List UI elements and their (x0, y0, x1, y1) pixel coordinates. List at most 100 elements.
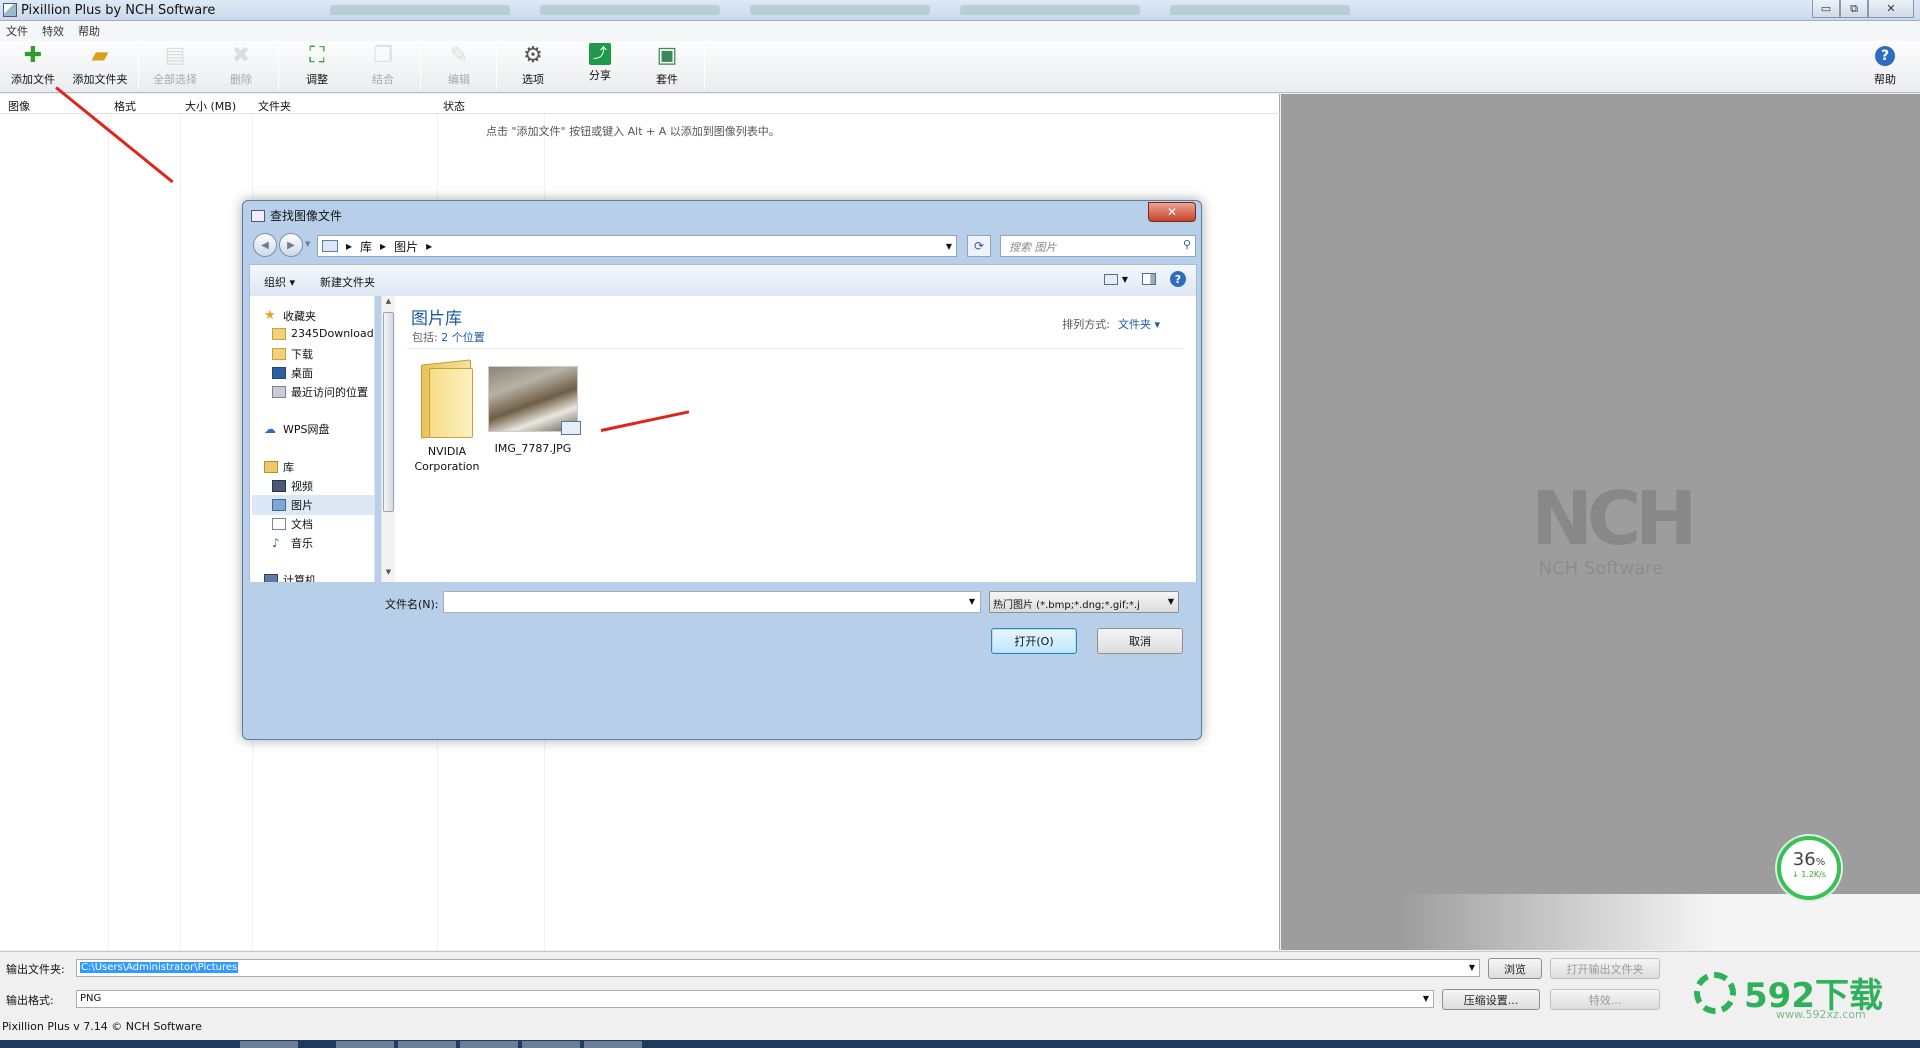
dialog-command-bar: 组织 ▾ 新建文件夹 ▼ ? (249, 264, 1197, 296)
add-file-icon: ✚ (23, 43, 43, 68)
menu-help[interactable]: 帮助 (78, 23, 100, 39)
output-format-select[interactable]: PNG ▼ (76, 990, 1434, 1008)
locations-link[interactable]: 2 个位置 (441, 331, 485, 344)
options-button[interactable]: ⚙ 选项 (506, 43, 560, 91)
scroll-thumb[interactable] (383, 312, 394, 512)
nav-documents[interactable]: 文档 (272, 516, 313, 532)
watermark-logo: 592下载 www.592xz.com (1690, 968, 1920, 1021)
chevron-down-icon[interactable]: ▼ (1122, 275, 1128, 284)
nav-recent-places[interactable]: 最近访问的位置 (272, 384, 368, 400)
pictures-icon (272, 499, 286, 511)
menu-effects[interactable]: 特效 (42, 23, 64, 39)
file-type-select[interactable]: 热门图片 (*.bmp;*.dng;*.gif;*.j ▼ (989, 591, 1179, 613)
open-button[interactable]: 打开(O) (991, 628, 1077, 654)
adjust-button[interactable]: ⛶ 调整 (290, 43, 344, 91)
filename-input[interactable]: ▼ (443, 591, 981, 613)
add-folder-button[interactable]: ▰ 添加文件夹 (66, 43, 134, 91)
output-folder-label: 输出文件夹: (6, 963, 65, 976)
recent-locations-chevron-icon[interactable]: ▼ (305, 240, 310, 248)
options-icon: ⚙ (523, 43, 543, 68)
status-bar: Pixillion Plus v 7.14 © NCH Software (2, 1020, 202, 1033)
file-item-img-7787[interactable]: IMG_7787.JPG (483, 366, 583, 455)
nav-libraries[interactable]: 库 (264, 459, 294, 475)
nav-music[interactable]: ♪ 音乐 (272, 535, 313, 551)
dialog-search-input[interactable]: 搜索 图片 ⚲ (1000, 235, 1196, 257)
nav-2345downloads[interactable]: 2345Downloads (272, 327, 374, 340)
edit-button[interactable]: ✎ 编辑 (432, 43, 486, 91)
desktop-icon (272, 367, 286, 379)
share-button[interactable]: ⤴ 分享 (572, 43, 628, 91)
column-status[interactable]: 状态 (443, 98, 465, 114)
column-folder[interactable]: 文件夹 (258, 98, 291, 114)
column-image[interactable]: 图像 (8, 98, 30, 114)
network-speed-widget[interactable]: 36% ↓ 1.2K/s (1777, 836, 1841, 900)
change-view-icon[interactable] (1103, 273, 1118, 285)
nav-downloads[interactable]: 下载 (272, 346, 313, 362)
chevron-down-icon[interactable]: ▼ (946, 242, 952, 251)
help-icon[interactable]: ? (1170, 271, 1186, 287)
nav-videos[interactable]: 视频 (272, 478, 313, 494)
compression-settings-button[interactable]: 压缩设置... (1442, 989, 1540, 1010)
nav-wps-cloud[interactable]: ☁ WPS网盘 (264, 421, 330, 437)
open-file-dialog: 查找图像文件 ✕ ◀ ▶ ▼ ▸ 库 ▸ 图片 ▸ ▼ ⟳ 搜索 图片 ⚲ 组织… (242, 200, 1202, 740)
browse-button[interactable]: 浏览 (1488, 958, 1542, 979)
suite-icon: ▣ (656, 43, 678, 68)
select-all-button[interactable]: ▤ 全部选择 (146, 43, 204, 91)
combine-button[interactable]: ❐ 结合 (356, 43, 410, 91)
dialog-title: 查找图像文件 (251, 207, 342, 224)
toolbar: ✚ 添加文件 ▰ 添加文件夹 ▤ 全部选择 ✖ 删除 ⛶ 调整 ❐ 结合 ✎ 编… (0, 41, 1920, 93)
breadcrumb-pictures[interactable]: 图片 (394, 238, 418, 255)
adjust-icon: ⛶ (309, 43, 325, 68)
scroll-down-icon[interactable]: ▼ (383, 568, 394, 581)
nav-pictures[interactable]: 图片 (252, 495, 374, 515)
chevron-down-icon[interactable]: ▼ (969, 597, 975, 606)
toolbar-separator (278, 47, 279, 89)
scroll-up-icon[interactable]: ▲ (383, 297, 394, 310)
arrange-by-select[interactable]: 文件夹 ▾ (1118, 318, 1160, 331)
cancel-button[interactable]: 取消 (1097, 628, 1183, 654)
new-folder-button[interactable]: 新建文件夹 (320, 274, 375, 290)
output-folder-combo[interactable]: C:\Users\Administrator\Pictures ▼ (76, 959, 1480, 977)
preview-pane-icon[interactable] (1142, 273, 1156, 285)
delete-icon: ✖ (231, 43, 251, 68)
refresh-button[interactable]: ⟳ (967, 235, 991, 257)
library-title: 图片库 (411, 309, 462, 329)
add-file-button[interactable]: ✚ 添加文件 (4, 43, 62, 91)
dialog-icon (251, 209, 265, 222)
nav-computer[interactable]: 计算机 (264, 572, 316, 582)
menu-file[interactable]: 文件 (6, 23, 28, 39)
suite-button[interactable]: ▣ 套件 (640, 43, 694, 91)
file-item-nvidia-folder[interactable]: NVIDIA Corporation (397, 358, 497, 474)
column-size[interactable]: 大小 (MB) (185, 98, 236, 114)
open-output-folder-button[interactable]: 打开输出文件夹 (1550, 958, 1660, 979)
recent-places-icon (272, 386, 286, 398)
delete-button[interactable]: ✖ 删除 (214, 43, 268, 91)
toolbar-separator (496, 47, 497, 89)
minimize-button[interactable]: ▭ (1812, 0, 1840, 18)
restore-button[interactable]: ⧉ (1840, 0, 1868, 18)
output-format-label: 输出格式: (6, 994, 54, 1007)
background-window-tabs (330, 5, 1350, 15)
nav-favorites[interactable]: ★ 收藏夹 (264, 308, 316, 324)
organize-menu[interactable]: 组织 ▾ (264, 274, 295, 290)
video-icon (272, 480, 286, 492)
dialog-close-button[interactable]: ✕ (1148, 202, 1196, 222)
nav-desktop[interactable]: 桌面 (272, 365, 313, 381)
window-title: Pixillion Plus by NCH Software (21, 2, 216, 18)
combine-icon: ❐ (373, 43, 393, 68)
help-button[interactable]: ? 帮助 (1858, 43, 1912, 91)
toolbar-separator (420, 47, 421, 89)
back-button[interactable]: ◀ (253, 233, 277, 257)
cloud-icon: ☁ (264, 422, 276, 436)
address-bar[interactable]: ▸ 库 ▸ 图片 ▸ ▼ (317, 235, 957, 257)
close-button[interactable]: ✕ (1868, 0, 1914, 18)
forward-button[interactable]: ▶ (279, 233, 303, 257)
filename-row: 文件名(N): ▼ 热门图片 (*.bmp;*.dng;*.gif;*.j ▼ … (249, 582, 1197, 732)
toolbar-separator (704, 47, 705, 89)
navigation-scrollbar[interactable]: ▲ ▼ (381, 296, 395, 582)
library-subtitle: 包括: 2 个位置 (412, 331, 485, 344)
breadcrumb-libraries[interactable]: 库 (360, 238, 372, 255)
effects-button[interactable]: 特效... (1550, 989, 1660, 1010)
empty-list-hint: 点击 "添加文件" 按钮或键入 Alt + A 以添加到图像列表中。 (486, 125, 780, 138)
column-format[interactable]: 格式 (114, 98, 136, 114)
